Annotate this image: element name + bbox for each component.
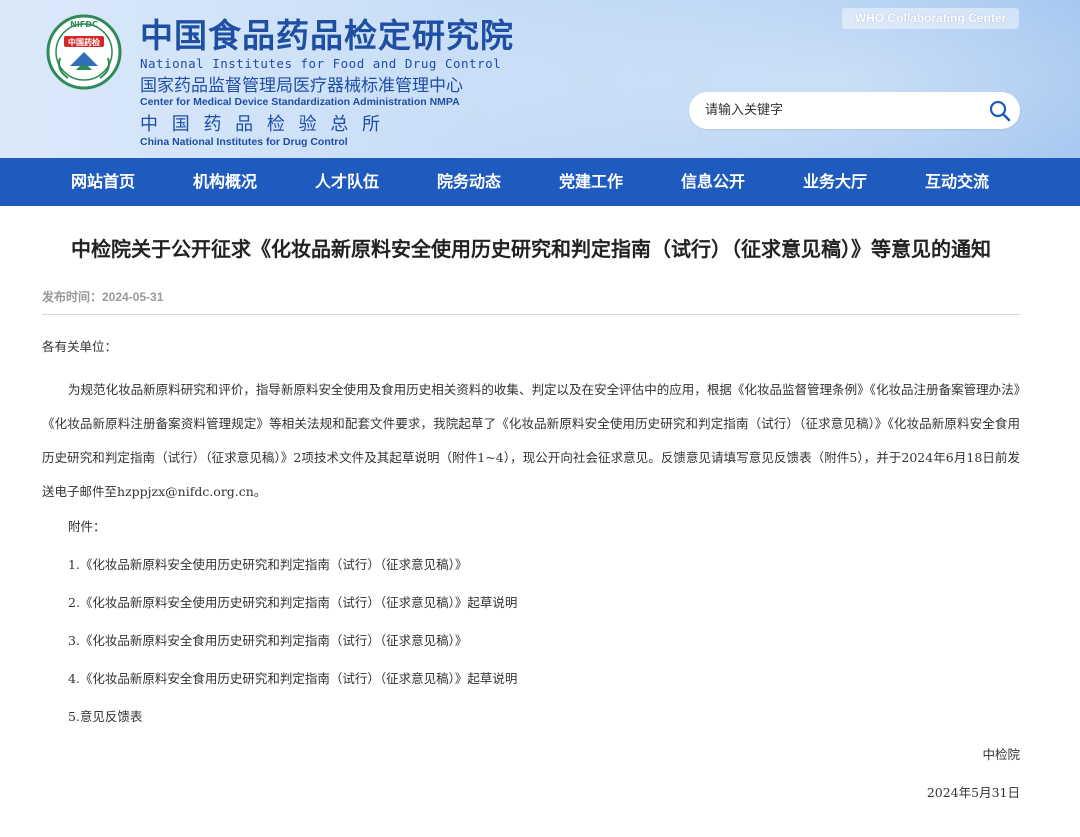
nav-item-party[interactable]: 党建工作 xyxy=(530,158,652,206)
sub-center-en: Center for Medical Device Standardizatio… xyxy=(140,96,460,108)
logo-text-block[interactable]: 中国食品药品检定研究院 National Institutes for Food… xyxy=(140,16,514,148)
nav-item-home[interactable]: 网站首页 xyxy=(42,158,164,206)
svg-text:中国药检: 中国药检 xyxy=(68,37,100,47)
nav-item-services[interactable]: 业务大厅 xyxy=(774,158,896,206)
nav-item-talent[interactable]: 人才队伍 xyxy=(286,158,408,206)
divider xyxy=(42,314,1020,315)
attachment-item[interactable]: 2.《化妆品新原料安全使用历史研究和判定指南（试行）（征求意见稿）》起草说明 xyxy=(42,593,1020,613)
search-input[interactable] xyxy=(705,92,975,129)
svg-text:NIFDC: NIFDC xyxy=(70,20,98,29)
nav-item-news[interactable]: 院务动态 xyxy=(408,158,530,206)
attachment-item[interactable]: 3.《化妆品新原料安全食用历史研究和判定指南（试行）（征求意见稿）》 xyxy=(42,631,1020,651)
attachments-list: 1.《化妆品新原料安全使用历史研究和判定指南（试行）（征求意见稿）》 2.《化妆… xyxy=(42,555,1020,727)
article-body: 各有关单位： 为规范化妆品新原料研究和评价，指导新原料安全使用及食用历史相关资料… xyxy=(42,337,1020,803)
attachment-item[interactable]: 1.《化妆品新原料安全使用历史研究和判定指南（试行）（征求意见稿）》 xyxy=(42,555,1020,575)
article-paragraph: 为规范化妆品新原料研究和评价，指导新原料安全使用及食用历史相关资料的收集、判定以… xyxy=(42,382,1020,499)
signature: 中检院 xyxy=(982,747,1020,762)
search-icon[interactable] xyxy=(988,99,1012,123)
org-name-cn: 中国食品药品检定研究院 xyxy=(140,16,514,55)
greeting: 各有关单位： xyxy=(42,339,118,354)
nifdc-logo-icon[interactable]: NIFDC 中国药检 xyxy=(46,14,122,90)
sub-inst-en: China National Institutes for Drug Contr… xyxy=(140,136,348,148)
nav-item-about[interactable]: 机构概况 xyxy=(164,158,286,206)
sub-center-cn: 国家药品监督管理局医疗器械标准管理中心 xyxy=(140,76,463,96)
sub-inst-cn: 中 国 药 品 检 验 总 所 xyxy=(140,114,385,135)
org-name-en: National Institutes for Food and Drug Co… xyxy=(140,56,502,71)
publish-date: 发布时间：2024-05-31 xyxy=(42,290,164,304)
signature-date: 2024年5月31日 xyxy=(926,785,1020,800)
article: 中检院关于公开征求《化妆品新原料安全使用历史研究和判定指南（试行）（征求意见稿）… xyxy=(42,206,1020,803)
attachment-item[interactable]: 5.意见反馈表 xyxy=(42,707,1020,727)
who-collaborating-badge[interactable]: WHO Collaborating Center xyxy=(842,8,1019,29)
search-box xyxy=(689,92,1020,129)
attachments-label: 附件： xyxy=(68,519,106,534)
nav-item-disclosure[interactable]: 信息公开 xyxy=(652,158,774,206)
main-nav: 网站首页 机构概况 人才队伍 院务动态 党建工作 信息公开 业务大厅 互动交流 xyxy=(0,158,1080,206)
site-header: NIFDC 中国药检 中国食品药品检定研究院 National Institut… xyxy=(0,0,1080,158)
attachment-item[interactable]: 4.《化妆品新原料安全食用历史研究和判定指南（试行）（征求意见稿）》起草说明 xyxy=(42,669,1020,689)
nav-item-interaction[interactable]: 互动交流 xyxy=(896,158,1018,206)
article-title: 中检院关于公开征求《化妆品新原料安全使用历史研究和判定指南（试行）（征求意见稿）… xyxy=(71,237,991,261)
